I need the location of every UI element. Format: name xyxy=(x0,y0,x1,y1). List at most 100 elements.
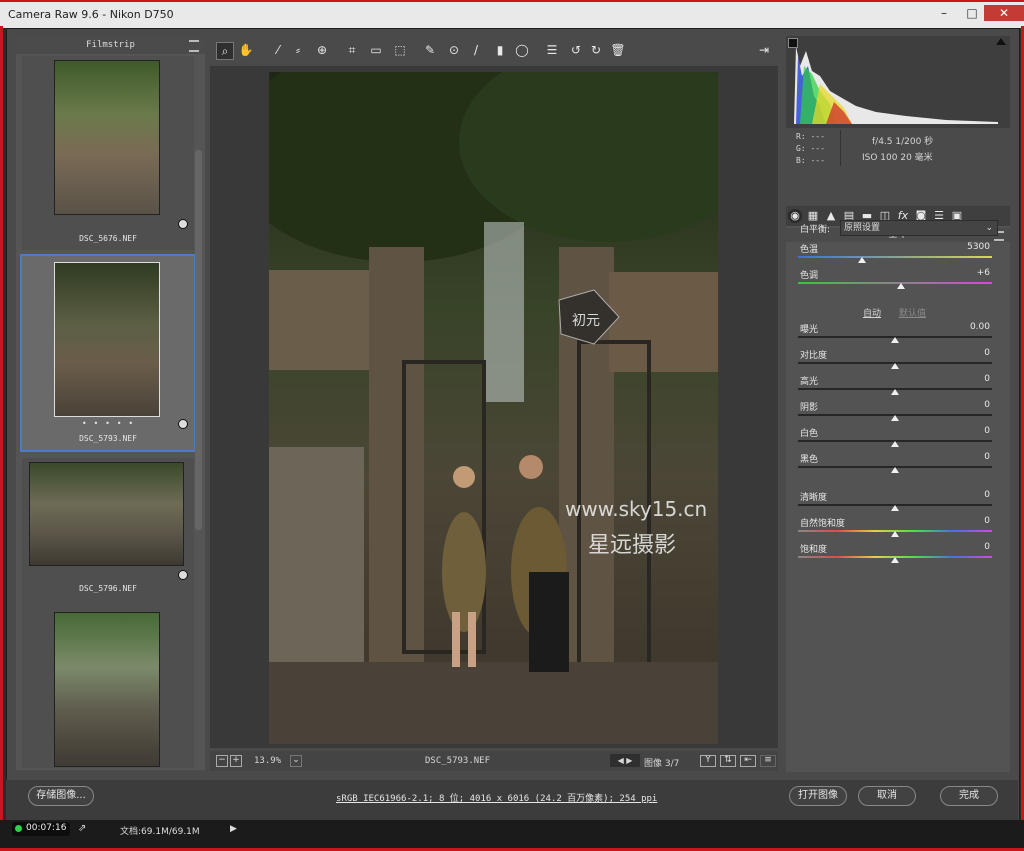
thumbnail-filename: DSC_5676.NEF xyxy=(79,234,137,243)
filmstrip-menu-icon[interactable] xyxy=(189,40,199,52)
slider-label: 自然饱和度 xyxy=(800,519,846,529)
recording-timer: 00:07:16 xyxy=(12,822,70,836)
slider-value[interactable]: 0.00 xyxy=(930,322,990,332)
slider-value[interactable]: 0 xyxy=(930,452,990,462)
white-balance-value: 原照设置 xyxy=(844,223,881,233)
save-image-button[interactable]: 存储图像... xyxy=(28,786,94,806)
color-sampler-icon[interactable]: ⸗ xyxy=(290,42,306,58)
slider-handle[interactable] xyxy=(891,505,899,511)
edit-badge-icon xyxy=(178,570,188,580)
slider-handle[interactable] xyxy=(891,467,899,473)
status-menu-arrow-icon[interactable]: ▶ xyxy=(230,824,237,834)
targeted-adjustment-icon[interactable]: ⊕ xyxy=(314,42,330,58)
rotate-left-icon[interactable]: ↺ xyxy=(568,42,584,58)
white-balance-tool-icon[interactable]: ⁄ xyxy=(270,42,286,58)
cancel-button[interactable]: 取消 xyxy=(858,786,916,806)
zoom-tool-icon[interactable]: ⌕ xyxy=(216,42,234,60)
delete-icon[interactable]: 🗑 xyxy=(610,42,626,58)
window-title: Camera Raw 9.6 - Nikon D750 xyxy=(8,8,174,21)
slider-value[interactable]: 0 xyxy=(930,490,990,500)
auto-button[interactable]: 自动 xyxy=(863,306,881,319)
tab-detail-icon[interactable]: ▲ xyxy=(824,209,838,223)
fullscreen-icon[interactable]: ⇥ xyxy=(756,42,772,58)
spot-removal-icon[interactable]: ✎ xyxy=(422,42,438,58)
slider-value[interactable]: 0 xyxy=(930,516,990,526)
filmstrip-item[interactable]: DSC_5676.NEF xyxy=(22,56,194,250)
prev-next-image-arrows[interactable]: ◀ ▶ xyxy=(610,754,640,767)
b-value: B: --- xyxy=(796,156,825,165)
maximize-button[interactable]: □ xyxy=(958,5,986,21)
tab-tone-curve-icon[interactable]: ▦ xyxy=(806,209,820,223)
close-button[interactable]: ✕ xyxy=(984,5,1024,21)
watermark-url: www.sky15.cn xyxy=(565,497,708,521)
white-balance-select[interactable]: 原照设置 ⌄ xyxy=(840,220,998,236)
toggle-settings-icon[interactable]: ≡ xyxy=(760,755,776,767)
graduated-filter-icon[interactable]: ▮ xyxy=(492,42,508,58)
thumbnail-filename: DSC_5793.NEF xyxy=(79,434,137,443)
slider-value[interactable]: 0 xyxy=(930,374,990,384)
slider-value[interactable]: 0 xyxy=(930,348,990,358)
adjustment-brush-icon[interactable]: / xyxy=(468,42,484,58)
filmstrip-item[interactable]: DSC_5796.NEF xyxy=(22,458,194,608)
minimize-button[interactable]: – xyxy=(930,5,958,21)
slider-handle[interactable] xyxy=(891,415,899,421)
straighten-tool-icon[interactable]: ▭ xyxy=(368,42,384,58)
default-button[interactable]: 默认值 xyxy=(899,306,926,319)
slider-handle[interactable] xyxy=(896,283,905,289)
slider-value[interactable]: 0 xyxy=(930,426,990,436)
filmstrip-scrollbar[interactable] xyxy=(195,150,202,530)
photo-scene: 初元 xyxy=(269,72,718,744)
slider-handle[interactable] xyxy=(891,531,899,537)
workflow-options-link[interactable]: sRGB IEC61966-2.1; 8 位; 4016 x 6016 (24.… xyxy=(336,791,657,804)
divider xyxy=(840,130,841,166)
watermark-cn: 星远摄影 xyxy=(588,533,677,558)
zoom-dropdown-icon[interactable]: ⌄ xyxy=(290,755,302,767)
preview-photo[interactable]: 初元 xyxy=(269,72,718,744)
share-icon[interactable]: ⇗ xyxy=(78,823,86,834)
aperture-shutter: f/4.5 1/200 秒 xyxy=(872,137,934,147)
slider-label: 色调 xyxy=(800,271,819,281)
copy-settings-icon[interactable]: ⇤ xyxy=(740,755,756,767)
zoom-level[interactable]: 13.9% xyxy=(254,756,281,766)
slider-value[interactable]: 0 xyxy=(930,400,990,410)
zoom-in-button[interactable]: + xyxy=(230,755,242,767)
highlight-clipping-icon[interactable] xyxy=(996,38,1006,45)
transform-tool-icon[interactable]: ⬚ xyxy=(392,42,408,58)
tab-basic-icon[interactable]: ◉ xyxy=(788,209,802,223)
slider-handle[interactable] xyxy=(891,389,899,395)
slider-handle[interactable] xyxy=(891,337,899,343)
slider-value[interactable]: 0 xyxy=(930,542,990,552)
rotate-right-icon[interactable]: ↻ xyxy=(588,42,604,58)
open-image-button[interactable]: 打开图像 xyxy=(789,786,847,806)
preview-filename: DSC_5793.NEF xyxy=(425,756,491,766)
bottom-bar: 存储图像... sRGB IEC61966-2.1; 8 位; 4016 x 6… xyxy=(6,780,1018,820)
filmstrip-item[interactable] xyxy=(22,608,194,768)
slider-handle[interactable] xyxy=(858,257,867,263)
histogram-graph xyxy=(794,46,998,124)
slider-track[interactable] xyxy=(798,282,992,284)
before-after-view-icon[interactable]: Y xyxy=(700,755,716,767)
filmstrip-item-selected[interactable]: • • • • • DSC_5793.NEF xyxy=(20,254,196,452)
slider-track[interactable] xyxy=(798,256,992,258)
chevron-down-icon: ⌄ xyxy=(985,223,993,233)
preferences-icon[interactable]: ☰ xyxy=(544,42,560,58)
slider-label: 饱和度 xyxy=(800,545,828,555)
slider-handle[interactable] xyxy=(891,441,899,447)
filmstrip-header: Filmstrip xyxy=(16,36,205,54)
slider-handle[interactable] xyxy=(891,363,899,369)
thumbnail-image xyxy=(29,462,184,566)
hand-tool-icon[interactable]: ✋ xyxy=(238,42,254,58)
done-button[interactable]: 完成 xyxy=(940,786,998,806)
rating-dots[interactable]: • • • • • xyxy=(22,419,194,428)
crop-tool-icon[interactable]: ⌗ xyxy=(344,42,360,58)
white-balance-label: 白平衡: xyxy=(800,225,831,235)
red-eye-icon[interactable]: ⊙ xyxy=(446,42,462,58)
slider-value[interactable]: +6 xyxy=(930,268,990,278)
slider-handle[interactable] xyxy=(891,557,899,563)
swap-settings-icon[interactable]: ⇅ xyxy=(720,755,736,767)
slider-value[interactable]: 5300 xyxy=(930,242,990,252)
timer-text: 00:07:16 xyxy=(26,823,67,833)
zoom-out-button[interactable]: − xyxy=(216,755,228,767)
shadow-clipping-icon[interactable] xyxy=(788,38,798,48)
radial-filter-icon[interactable]: ◯ xyxy=(514,42,530,58)
